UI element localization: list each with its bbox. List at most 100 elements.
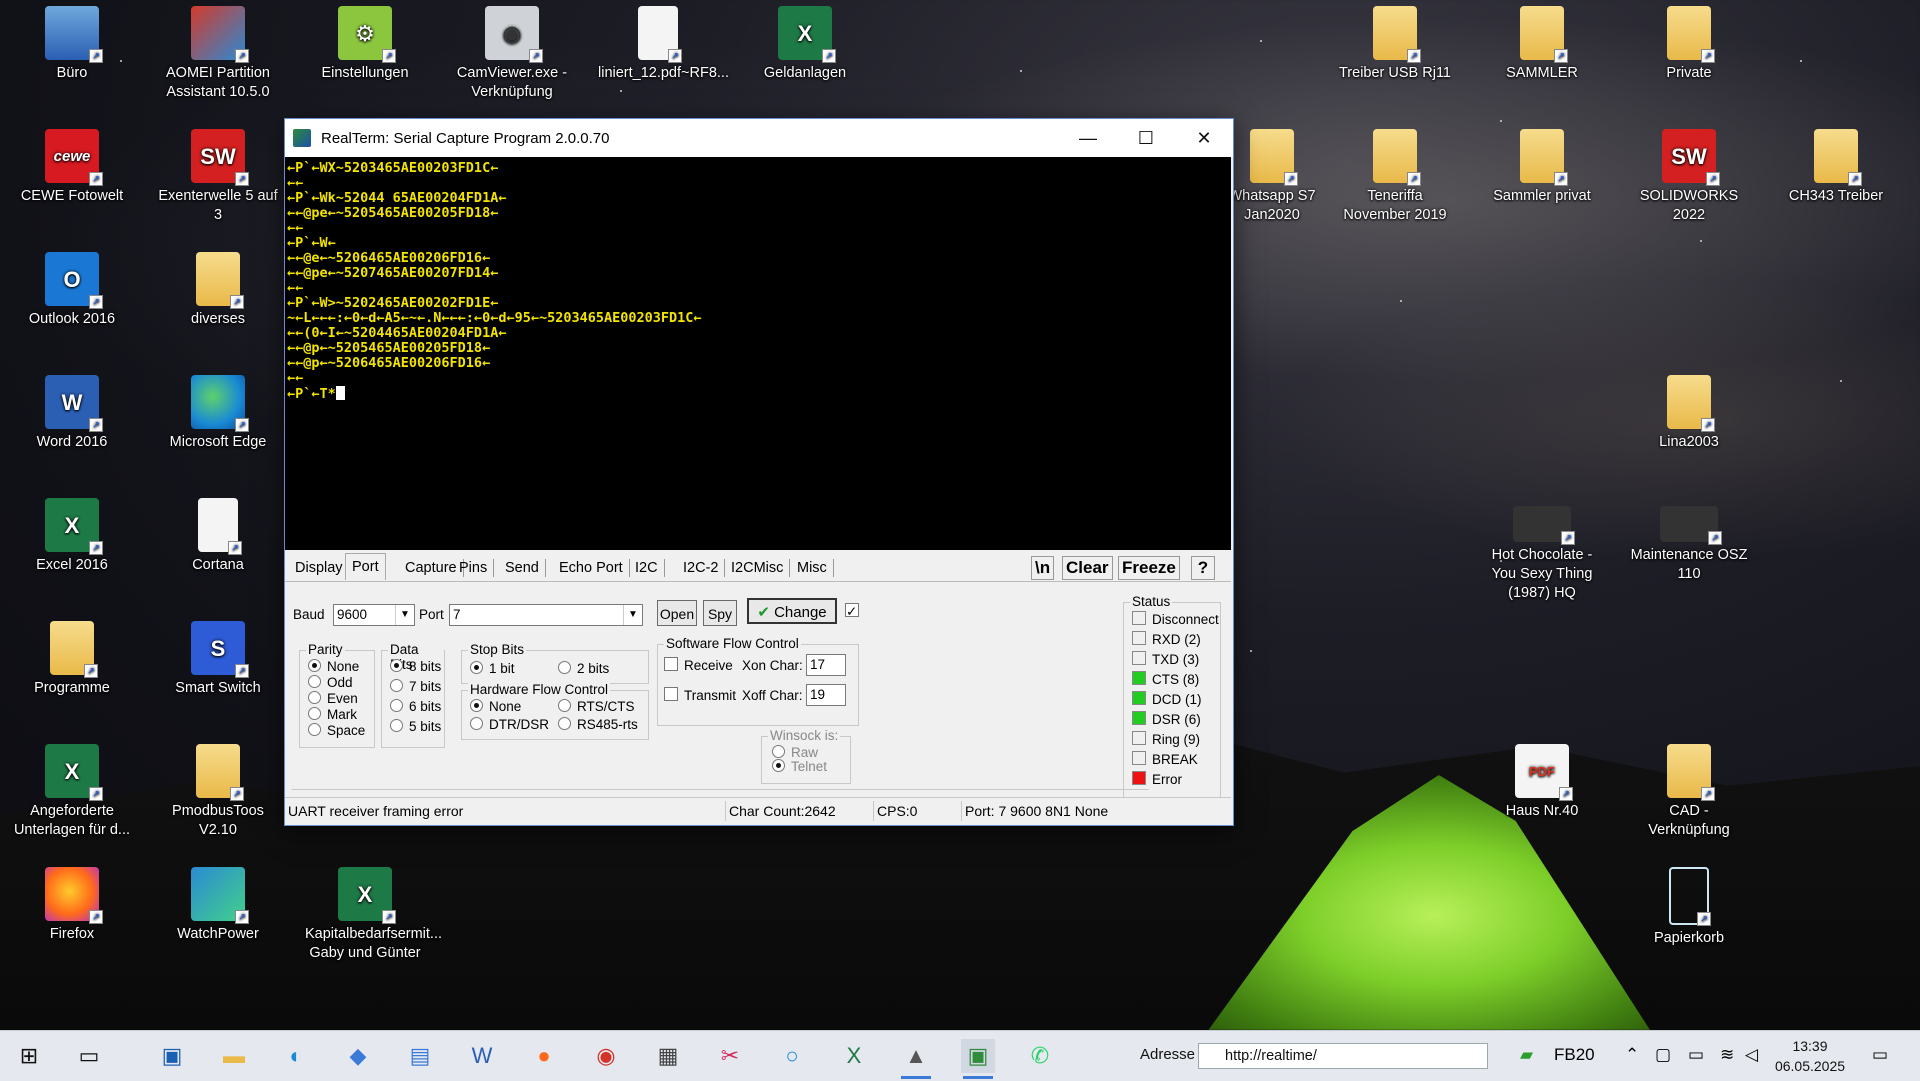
radio-option[interactable]: DTR/DSR [470, 717, 549, 732]
wifi-icon[interactable]: ≋ [1720, 1045, 1734, 1065]
radio-icon[interactable] [308, 707, 321, 720]
radio-icon[interactable] [390, 659, 403, 672]
network-icon[interactable]: ▰ [1520, 1045, 1533, 1065]
radio-icon[interactable] [558, 661, 571, 674]
app-icon[interactable]: ▲ [899, 1039, 933, 1079]
address-input[interactable]: http://realtime/ [1198, 1043, 1488, 1069]
radio-option[interactable]: None [470, 699, 521, 714]
file-explorer-icon[interactable]: ▬ [217, 1039, 251, 1073]
receive-checkbox[interactable] [664, 657, 678, 671]
radio-option[interactable]: Space [308, 723, 365, 738]
radio-option[interactable]: Odd [308, 675, 353, 690]
desktop-icon[interactable]: ⚙ ↗ Einstellungen [305, 0, 425, 83]
desktop-icon[interactable]: SW ↗ Exenterwelle 5 auf 3 [158, 123, 278, 225]
desktop-icon[interactable]: ↗ Treiber USB Rj11 [1335, 0, 1455, 83]
radio-icon[interactable] [772, 759, 785, 772]
task-view-icon[interactable]: ▭ [72, 1039, 106, 1073]
open-button[interactable]: Open [657, 600, 697, 626]
radio-icon[interactable] [558, 699, 571, 712]
desktop-icon[interactable]: ↗ Büro [12, 0, 132, 83]
tab-pins[interactable]: Pins [453, 559, 495, 577]
close-button[interactable]: ✕ [1175, 119, 1233, 157]
desktop-icon[interactable]: ↗ PmodbusToos V2.10 [158, 738, 278, 840]
clear-button[interactable]: Clear [1062, 556, 1113, 580]
speaker-icon[interactable]: ◁ [1745, 1045, 1758, 1065]
chevron-up-icon[interactable]: ⌃ [1625, 1045, 1639, 1065]
radio-option[interactable]: 5 bits [390, 719, 441, 734]
desktop-icon[interactable]: ↗ Microsoft Edge [158, 369, 278, 452]
desktop-icon[interactable]: ↗ Maintenance OSZ 110 [1629, 492, 1749, 584]
desktop-icon[interactable]: O ↗ Outlook 2016 [12, 246, 132, 329]
calculator-icon[interactable]: ▦ [651, 1039, 685, 1073]
desktop-icon[interactable]: ↗ Firefox [12, 861, 132, 944]
radio-icon[interactable] [470, 661, 483, 674]
desktop-icon[interactable]: ↗ SAMMLER [1482, 0, 1602, 83]
transmit-option[interactable]: Transmit [664, 687, 736, 703]
desktop-icon[interactable]: ↗ Cortana [158, 492, 278, 575]
word-icon[interactable]: W [465, 1039, 499, 1073]
tab-i2cmisc[interactable]: I2CMisc [725, 559, 791, 577]
chevron-down-icon[interactable]: ▼ [395, 605, 414, 625]
help-button[interactable]: ? [1191, 556, 1215, 580]
change-button[interactable]: ✔ Change [747, 598, 837, 624]
radio-icon[interactable] [390, 699, 403, 712]
desktop-icon[interactable]: ↗ Lina2003 [1629, 369, 1749, 452]
desktop-icon[interactable]: ↗ CAD - Verknüpfung [1629, 738, 1749, 840]
radio-icon[interactable] [308, 723, 321, 736]
desktop-icon[interactable]: ↗ Papierkorb [1629, 861, 1749, 948]
desktop-icon[interactable]: ↗ liniert_12.pdf~RF8... [598, 0, 729, 83]
desktop-icon[interactable]: S ↗ Smart Switch [158, 615, 278, 698]
port-select[interactable]: 7 ▼ [449, 604, 643, 626]
tab-send[interactable]: Send [499, 559, 546, 577]
maximize-button[interactable]: ☐ [1117, 119, 1175, 157]
desktop-icon[interactable]: ↗ Sammler privat [1482, 123, 1602, 206]
desktop-icon[interactable]: ↗ diverses [158, 246, 278, 329]
snipping-icon[interactable]: ✂ [713, 1039, 747, 1073]
tab-port[interactable]: Port [345, 553, 386, 580]
radio-option[interactable]: Mark [308, 707, 357, 722]
desktop-icon[interactable]: ↗ Hot Chocolate - You Sexy Thing (1987) H… [1482, 492, 1602, 603]
radio-icon[interactable] [390, 679, 403, 692]
desktop-icon[interactable]: X ↗ Geldanlagen [745, 0, 865, 83]
tab-misc[interactable]: Misc [791, 559, 834, 577]
windows-start-icon[interactable]: ⊞ [12, 1039, 46, 1073]
radio-icon[interactable] [558, 717, 571, 730]
baud-select[interactable]: 9600 ▼ [333, 604, 415, 626]
radio-option[interactable]: 8 bits [390, 659, 441, 674]
tab-i2c-2[interactable]: I2C-2 [677, 559, 726, 577]
minimize-button[interactable]: — [1059, 119, 1117, 157]
desktop-icon[interactable]: ↗ CH343 Treiber [1776, 123, 1896, 206]
excel-icon[interactable]: X [837, 1039, 871, 1073]
radio-icon[interactable] [308, 675, 321, 688]
radio-option[interactable]: RTS/CTS [558, 699, 635, 714]
desktop-icon[interactable]: PDF ↗ Haus Nr.40 [1482, 738, 1602, 821]
cortana-icon[interactable]: ○ [775, 1039, 809, 1073]
radio-option[interactable]: Raw [772, 745, 818, 760]
newline-button[interactable]: \n [1031, 556, 1055, 580]
receive-option[interactable]: Receive [664, 657, 733, 673]
desktop-icon[interactable]: ↗ WatchPower [158, 861, 278, 944]
radio-option[interactable]: 1 bit [470, 661, 515, 676]
xoff-input[interactable]: 19 [806, 684, 846, 706]
realterm-window[interactable]: RealTerm: Serial Capture Program 2.0.0.7… [284, 118, 1234, 826]
radio-icon[interactable] [308, 659, 321, 672]
tab-display[interactable]: Display [289, 559, 350, 577]
tab-echo-port[interactable]: Echo Port [553, 559, 630, 577]
change-checkbox[interactable]: ✓ [845, 603, 859, 619]
desktop-icon[interactable]: ↗ Teneriffa November 2019 [1335, 123, 1455, 225]
radio-icon[interactable] [470, 717, 483, 730]
battery-icon[interactable]: ▭ [1688, 1045, 1704, 1065]
tab-i2c[interactable]: I2C [629, 559, 665, 577]
whatsapp-icon[interactable]: ✆ [1023, 1039, 1057, 1073]
radio-icon[interactable] [470, 699, 483, 712]
radio-option[interactable]: 7 bits [390, 679, 441, 694]
chrome-icon[interactable]: ◉ [589, 1039, 623, 1073]
radio-option[interactable]: 2 bits [558, 661, 609, 676]
transmit-checkbox[interactable] [664, 687, 678, 701]
notification-icon[interactable]: ▭ [1872, 1045, 1888, 1065]
edge-icon[interactable]: ◐ [279, 1039, 313, 1073]
clock[interactable]: 13:39 06.05.2025 [1760, 1036, 1860, 1076]
radio-icon[interactable] [390, 719, 403, 732]
desktop-icon[interactable]: X ↗ Angeforderte Unterlagen für d... [12, 738, 132, 840]
store-icon[interactable]: ▣ [155, 1039, 189, 1073]
